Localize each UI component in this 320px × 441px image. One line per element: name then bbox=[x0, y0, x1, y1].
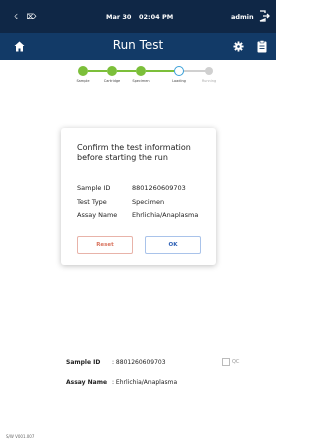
step-dot-running bbox=[205, 67, 213, 75]
step-label-specimen: Specimen bbox=[132, 79, 150, 83]
step-dot-cartridge bbox=[107, 66, 117, 76]
stepper-line bbox=[146, 70, 174, 72]
status-bar: ☇ ⌦ Mar 30 02:04 PM admin bbox=[0, 0, 276, 33]
dialog-label: Assay Name bbox=[77, 211, 118, 219]
logout-icon[interactable] bbox=[259, 10, 270, 22]
reset-button[interactable]: Reset bbox=[77, 236, 133, 254]
network-usb-icons: ☇ ⌦ bbox=[14, 13, 40, 21]
ok-button[interactable]: OK bbox=[145, 236, 201, 254]
step-dot-sample bbox=[78, 66, 88, 76]
dialog-label: Sample ID bbox=[77, 184, 111, 192]
qc-checkbox[interactable] bbox=[222, 358, 230, 366]
status-time: 02:04 PM bbox=[139, 13, 174, 21]
confirm-dialog: Confirm the test information before star… bbox=[61, 128, 216, 265]
step-dot-specimen bbox=[136, 66, 146, 76]
software-version: S/W V001.007 bbox=[6, 434, 35, 439]
progress-stepper: Sample Cartridge Specimen Loading Runnin… bbox=[76, 66, 224, 88]
dialog-value: 8801260609703 bbox=[132, 184, 186, 192]
status-user: admin bbox=[231, 13, 254, 21]
dialog-label: Test Type bbox=[77, 198, 107, 206]
stepper-line bbox=[88, 70, 107, 72]
status-date: Mar 30 bbox=[106, 13, 132, 21]
clipboard-icon[interactable] bbox=[257, 40, 267, 53]
dialog-value: Ehrlichia/Anaplasma bbox=[132, 211, 199, 219]
dialog-heading: Confirm the test information before star… bbox=[77, 143, 191, 162]
assay-name-value: : Ehrlichia/Anaplasma bbox=[112, 379, 178, 386]
assay-name-label: Assay Name bbox=[66, 379, 108, 386]
step-label-running: Running bbox=[201, 79, 217, 83]
step-dot-loading bbox=[174, 66, 184, 76]
gear-icon[interactable] bbox=[233, 41, 244, 52]
app-bar: Run Test bbox=[0, 33, 276, 60]
qc-label: QC bbox=[232, 359, 240, 365]
dialog-value: Specimen bbox=[132, 198, 165, 206]
stepper-line bbox=[117, 70, 136, 72]
sample-id-value: : 8801260609703 bbox=[112, 359, 166, 366]
sample-id-label: Sample ID bbox=[66, 359, 101, 366]
